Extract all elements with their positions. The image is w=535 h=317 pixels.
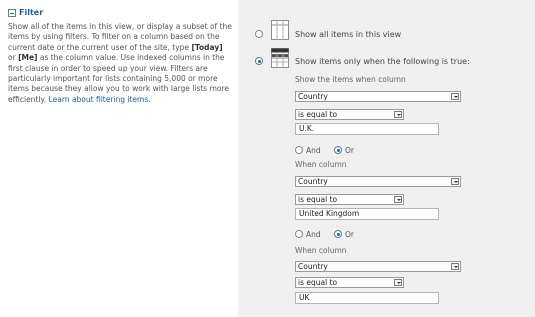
show-filtered-label: Show items only when the following is tr… xyxy=(295,57,470,66)
chevron-down-icon[interactable] xyxy=(451,93,459,100)
filter-description: Show all of the items in this view, or d… xyxy=(8,22,232,105)
clause-1-and-label: And xyxy=(306,146,321,155)
clause-3-label: When column xyxy=(295,246,347,255)
chevron-down-icon[interactable] xyxy=(451,263,459,270)
clause-1-value-input[interactable]: U.K. xyxy=(295,123,439,135)
clause-1-and-radio[interactable] xyxy=(295,146,303,154)
chevron-down-icon[interactable] xyxy=(451,178,459,185)
chevron-down-icon[interactable] xyxy=(394,111,402,118)
clause-1-column-value: Country xyxy=(298,92,328,101)
clause-3-value-input[interactable]: UK xyxy=(295,292,439,304)
clause-1-column-select[interactable]: Country xyxy=(295,91,461,102)
filter-options-panel: Show all items in this view Show items o… xyxy=(238,0,535,317)
show-filtered-radio[interactable] xyxy=(255,57,263,65)
clause-2-operator-select[interactable]: is equal to xyxy=(295,194,404,205)
clause-2-column-select[interactable]: Country xyxy=(295,176,461,187)
clause-2-or-label: Or xyxy=(345,230,354,239)
description-text: or xyxy=(8,53,19,63)
clause-2-and-radio[interactable] xyxy=(295,230,303,238)
today-token: [Today] xyxy=(191,42,223,52)
clause-2-value-input[interactable]: United Kingdom xyxy=(295,208,439,220)
clause-3-operator-value: is equal to xyxy=(298,278,338,287)
show-all-radio[interactable] xyxy=(255,30,263,38)
clause-2-operator-value: is equal to xyxy=(298,195,338,204)
clause-2-and-label: And xyxy=(306,230,321,239)
collapse-icon[interactable] xyxy=(8,9,16,17)
clause-2-or-radio[interactable] xyxy=(334,230,342,238)
chevron-down-icon[interactable] xyxy=(394,196,402,203)
clause-3-operator-select[interactable]: is equal to xyxy=(295,277,404,288)
list-grid-icon xyxy=(271,20,289,40)
clause-1-operator-select[interactable]: is equal to xyxy=(295,109,404,120)
clause-1-label: Show the items when column xyxy=(295,75,406,84)
filter-section-header[interactable]: Filter xyxy=(8,8,43,18)
show-all-label: Show all items in this view xyxy=(295,30,402,39)
clause-1-or-radio[interactable] xyxy=(334,146,342,154)
clause-3-column-select[interactable]: Country xyxy=(295,261,461,272)
filter-description-panel: Filter Show all of the items in this vie… xyxy=(0,0,236,317)
learn-filtering-link[interactable]: Learn about filtering items. xyxy=(49,95,151,104)
filter-title: Filter xyxy=(19,8,44,17)
clause-1-or-label: Or xyxy=(345,146,354,155)
chevron-down-icon[interactable] xyxy=(394,279,402,286)
clause-3-column-value: Country xyxy=(298,262,328,271)
clause-2-label: When column xyxy=(295,160,347,169)
me-token: [Me] xyxy=(18,53,38,63)
filtered-grid-icon xyxy=(271,48,289,68)
clause-2-column-value: Country xyxy=(298,177,328,186)
clause-1-operator-value: is equal to xyxy=(298,110,338,119)
